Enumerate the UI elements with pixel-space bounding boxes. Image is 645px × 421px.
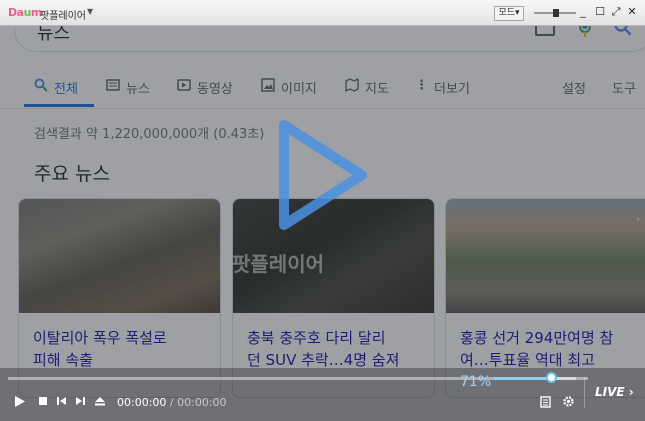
playlist-icon[interactable]: [540, 396, 551, 411]
total-time: 00:00:00: [177, 396, 227, 409]
mode-button[interactable]: 모드▾: [494, 6, 524, 21]
chevron-right-icon[interactable]: ›: [636, 214, 640, 225]
chevron-right-icon: ›: [628, 385, 634, 399]
live-button[interactable]: LIVE ›: [584, 377, 645, 408]
volume-percent: 71%: [460, 374, 492, 390]
volume-level: [494, 377, 553, 380]
previous-icon[interactable]: [56, 395, 67, 410]
chevron-down-icon[interactable]: ▼: [87, 7, 93, 16]
chevron-down-icon: ▾: [515, 8, 520, 18]
app-title: 팟플레이어: [40, 11, 86, 22]
player-titlebar[interactable]: Daum 팟플레이어 ▼ 모드▾ _ ☐ ⤢ ✕: [0, 0, 645, 26]
app-logo-icon: Daum: [8, 6, 42, 19]
watermark-text: 팟플레이어: [232, 252, 324, 276]
close-icon[interactable]: ✕: [626, 6, 638, 18]
play-icon[interactable]: [14, 395, 26, 411]
minimize-icon[interactable]: _: [577, 6, 589, 18]
opacity-slider-handle[interactable]: [553, 9, 559, 17]
settings-gear-icon[interactable]: [562, 395, 575, 411]
fullscreen-icon[interactable]: ⤢: [610, 6, 622, 18]
player-watermark: 팟플레이어: [232, 248, 324, 277]
stop-icon[interactable]: [38, 395, 48, 410]
eject-icon[interactable]: [94, 395, 106, 410]
playback-time: 00:00:00 / 00:00:00: [117, 396, 227, 409]
app-root: 뉴스 전체 뉴스 동영상 이미지 지도 ⋮ 더보기 설정 도구 검색결과 약 1…: [0, 0, 645, 421]
play-overlay-icon[interactable]: [270, 115, 370, 235]
mode-label: 모드: [498, 8, 516, 18]
time-separator: /: [169, 396, 174, 409]
current-time: 00:00:00: [117, 396, 167, 409]
maximize-icon[interactable]: ☐: [594, 6, 606, 18]
live-label: LIVE: [595, 385, 625, 399]
next-icon[interactable]: [75, 395, 86, 410]
